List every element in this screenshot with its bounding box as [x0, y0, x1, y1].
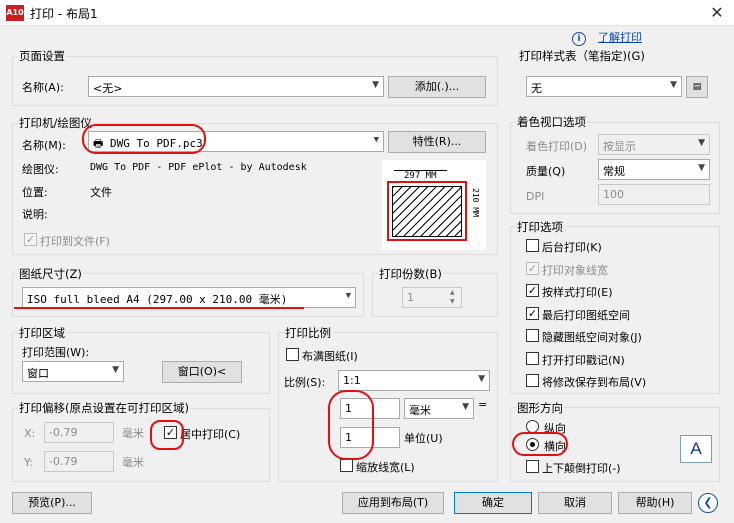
offset-y-input[interactable]: -0.79 — [44, 451, 114, 472]
page-setup-title: 页面设置 — [18, 48, 66, 64]
apply-to-layout-button[interactable]: 应用到布局(T) — [342, 492, 444, 514]
page-setup-name-label: 名称(A): — [22, 81, 64, 94]
plot-offset-title: 打印偏移(原点设置在可打印区域) — [18, 400, 190, 416]
edit-table-icon: ▤ — [692, 82, 702, 92]
chevron-down-icon: ▼ — [112, 365, 119, 375]
dpi-input[interactable]: 100 — [598, 184, 710, 205]
plot-option-checkbox[interactable]: ✓ — [526, 306, 539, 320]
equals-sign: = — [478, 398, 488, 411]
preview-button[interactable]: 预览(P)... — [12, 492, 92, 514]
quality-label: 质量(Q) — [526, 165, 566, 178]
chevron-down-icon: ▼ — [670, 80, 677, 90]
style-table-select[interactable]: 无 ▼ — [526, 76, 682, 97]
annotation-underline — [14, 305, 304, 309]
plot-option-checkbox[interactable] — [526, 374, 539, 387]
plot-option-label: 打印对象线宽 — [542, 263, 608, 277]
plot-option-label: 打开打印戳记(N) — [542, 353, 625, 367]
page-setup-name-select[interactable]: <无> ▼ — [88, 76, 384, 97]
plot-option-checkbox[interactable] — [526, 351, 539, 365]
chevron-down-icon: ▼ — [698, 138, 705, 148]
center-plot-label: 居中打印(C) — [180, 428, 241, 441]
autocad-app-icon: A10 — [6, 5, 24, 21]
info-icon: i — [572, 32, 586, 46]
learn-print-link[interactable]: 了解打印 — [598, 31, 642, 44]
plot-window-button[interactable]: 窗口(O)< — [162, 361, 242, 383]
offset-y-label: Y: — [24, 456, 33, 469]
plot-option-label: 后台打印(K) — [542, 241, 602, 254]
print-to-file-label: 打印到文件(F) — [40, 235, 110, 248]
plotter-value: DWG To PDF - PDF ePlot - by Autodesk — [90, 162, 307, 173]
scale-lineweights-checkbox[interactable] — [340, 459, 353, 472]
upside-down-checkbox[interactable] — [526, 460, 539, 473]
help-row: i 了解打印 — [572, 29, 642, 46]
plot-range-label: 打印范围(W): — [22, 346, 90, 359]
offset-x-unit: 毫米 — [122, 427, 144, 440]
plot-option-label: 将修改保存到布局(V) — [542, 376, 647, 389]
plot-option-checkbox[interactable]: ✓ — [526, 261, 539, 275]
printer-properties-button[interactable]: 特性(R)... — [388, 131, 486, 153]
chevron-down-icon: ▼ — [462, 402, 469, 412]
fit-to-paper-label: 布满图纸(I) — [302, 350, 358, 363]
collapse-chevron-icon[interactable]: ❮ — [698, 493, 718, 513]
scale-unit-select[interactable]: 毫米 ▼ — [404, 398, 474, 419]
chevron-down-icon: ▼ — [373, 135, 379, 145]
quality-select[interactable]: 常规 ▼ — [598, 159, 710, 180]
plot-option-checkbox[interactable] — [526, 329, 539, 342]
copies-title: 打印份数(B) — [378, 266, 443, 282]
shade-plot-select[interactable]: 按显示 ▼ — [598, 134, 710, 155]
offset-x-label: X: — [24, 427, 36, 440]
orientation-title: 图形方向 — [516, 400, 564, 416]
plot-options-title: 打印选项 — [516, 219, 564, 235]
plot-option-checkbox[interactable]: ✓ — [526, 284, 539, 297]
plot-range-select[interactable]: 窗口 ▼ — [22, 361, 124, 382]
plot-option-label: 按样式打印(E) — [542, 286, 613, 299]
close-icon[interactable]: ✕ — [706, 2, 728, 24]
chevron-down-icon: ▼ — [372, 80, 379, 90]
copies-spinner[interactable]: ▲ ▼ — [450, 288, 455, 306]
plot-option-checkbox[interactable] — [526, 239, 539, 252]
location-label: 位置: — [22, 186, 48, 199]
fit-to-paper-checkbox[interactable] — [286, 348, 299, 361]
add-page-setup-button[interactable]: 添加(.)... — [388, 76, 486, 98]
scale-lineweights-label: 缩放线宽(L) — [356, 461, 415, 474]
print-to-file-checkbox[interactable]: ✓ — [24, 233, 37, 246]
plot-option-label: 最后打印图纸空间 — [542, 308, 630, 322]
shaded-viewport-title: 着色视口选项 — [516, 114, 587, 130]
preview-paper-sheet — [387, 181, 467, 241]
annotation-circle — [82, 124, 206, 154]
printable-area-hatch — [392, 186, 462, 237]
dpi-label: DPI — [526, 190, 545, 203]
title-bar — [0, 0, 734, 26]
printer-name-label: 名称(M): — [22, 139, 66, 152]
plot-scale-title: 打印比例 — [284, 325, 332, 341]
annotation-circle — [328, 390, 374, 460]
paper-size-title: 图纸尺寸(Z) — [18, 266, 83, 282]
annotation-circle — [512, 432, 568, 456]
scale-select[interactable]: 1:1 ▼ — [338, 370, 490, 391]
offset-y-unit: 毫米 — [122, 456, 144, 469]
style-table-title: 打印样式表（笔指定)(G) — [518, 48, 646, 64]
printer-title: 打印机/绘图仪 — [18, 115, 93, 131]
ok-button[interactable]: 确定 — [454, 492, 532, 514]
window-title: 打印 - 布局1 — [30, 7, 98, 21]
edit-style-table-button[interactable]: ▤ — [686, 76, 708, 98]
help-button[interactable]: 帮助(H) — [618, 492, 692, 514]
plot-area-title: 打印区域 — [18, 325, 66, 341]
upside-down-label: 上下颠倒打印(-) — [542, 462, 621, 475]
plot-option-label: 隐藏图纸空间对象(J) — [542, 331, 642, 344]
drawing-units-label: 单位(U) — [404, 432, 443, 445]
shade-plot-label: 着色打印(D) — [526, 140, 588, 153]
chevron-down-icon: ▼ — [478, 374, 485, 384]
chevron-down-icon: ▼ — [698, 163, 705, 173]
cancel-button[interactable]: 取消 — [538, 492, 612, 514]
plotter-label: 绘图仪: — [22, 163, 59, 176]
location-value: 文件 — [90, 186, 112, 199]
offset-x-input[interactable]: -0.79 — [44, 422, 114, 443]
preview-height-label: 210 MM — [471, 188, 480, 217]
scale-label: 比例(S): — [284, 376, 326, 389]
annotation-circle — [150, 420, 184, 450]
chevron-down-icon: ▼ — [345, 291, 351, 301]
description-label: 说明: — [22, 208, 48, 221]
orientation-page-icon: A — [680, 435, 712, 463]
